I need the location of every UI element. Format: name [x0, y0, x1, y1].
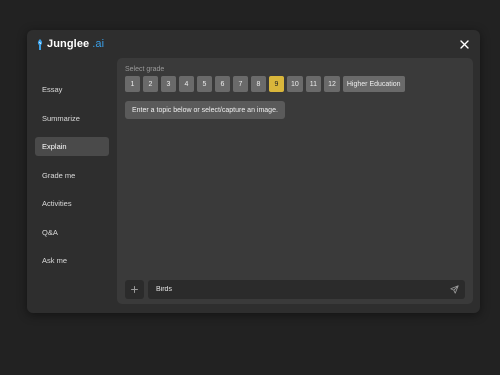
sidebar-item-ask-me[interactable]: Ask me	[35, 251, 109, 270]
sidebar-item-summarize[interactable]: Summarize	[35, 109, 109, 128]
grade-option-9-selected[interactable]: 9	[269, 76, 284, 92]
grade-option-1[interactable]: 1	[125, 76, 140, 92]
sidebar-item-label: Ask me	[42, 256, 68, 265]
sidebar-item-label: Grade me	[42, 170, 76, 180]
grade-option-higher-education[interactable]: Higher Education	[342, 76, 405, 92]
grade-label: Select grade	[125, 66, 165, 73]
brand-logo: Junglee .ai	[36, 38, 104, 50]
add-image-button[interactable]	[125, 280, 144, 299]
plus-icon	[131, 286, 138, 293]
send-button[interactable]	[449, 285, 459, 295]
topic-hint: Enter a topic below or select/capture an…	[125, 101, 285, 119]
junglee-dialog: Junglee .ai Essay Summarize Explain Grade…	[27, 30, 480, 313]
grade-option-3[interactable]: 3	[161, 76, 176, 92]
grade-option-12[interactable]: 12	[324, 76, 340, 92]
brand-accent: .ai	[92, 38, 105, 50]
grade-option-10[interactable]: 10	[287, 76, 303, 92]
sidebar-item-essay[interactable]: Essay	[35, 80, 109, 99]
grade-option-8[interactable]: 8	[251, 76, 266, 92]
send-icon	[449, 285, 459, 294]
grade-selector: 1 2 3 4 5 6 7 8 9 10 11 12 Higher Educat…	[125, 76, 405, 92]
grade-option-5[interactable]: 5	[197, 76, 212, 92]
grade-option-11[interactable]: 11	[305, 76, 322, 92]
grade-option-6[interactable]: 6	[215, 76, 230, 92]
grade-option-7[interactable]: 7	[233, 76, 248, 92]
sidebar-item-activities[interactable]: Activities	[35, 194, 109, 213]
grade-option-2[interactable]: 2	[143, 76, 158, 92]
topic-input-row	[125, 280, 465, 299]
sidebar-item-explain[interactable]: Explain	[35, 137, 109, 156]
junglee-logo-icon	[37, 38, 43, 50]
explain-panel: Select grade 1 2 3 4 5 6 7 8 9 10 11 12 …	[117, 58, 473, 304]
sidebar-item-label: Explain	[42, 142, 67, 151]
sidebar-item-label: Essay	[42, 85, 63, 94]
sidebar-item-qa[interactable]: Q&A	[35, 223, 109, 242]
sidebar-item-label: Summarize	[42, 113, 80, 123]
brand-name: Junglee	[47, 38, 90, 50]
close-button[interactable]	[457, 37, 471, 51]
sidebar-item-grade-me[interactable]: Grade me	[35, 166, 109, 185]
sidebar-item-label: Q&A	[42, 227, 58, 237]
grade-option-4[interactable]: 4	[179, 76, 194, 92]
sidebar-item-label: Activities	[42, 199, 72, 208]
topic-field	[148, 280, 465, 299]
mode-sidebar: Essay Summarize Explain Grade me Activit…	[35, 80, 109, 280]
close-icon	[459, 39, 469, 49]
topic-input[interactable]	[156, 286, 449, 293]
